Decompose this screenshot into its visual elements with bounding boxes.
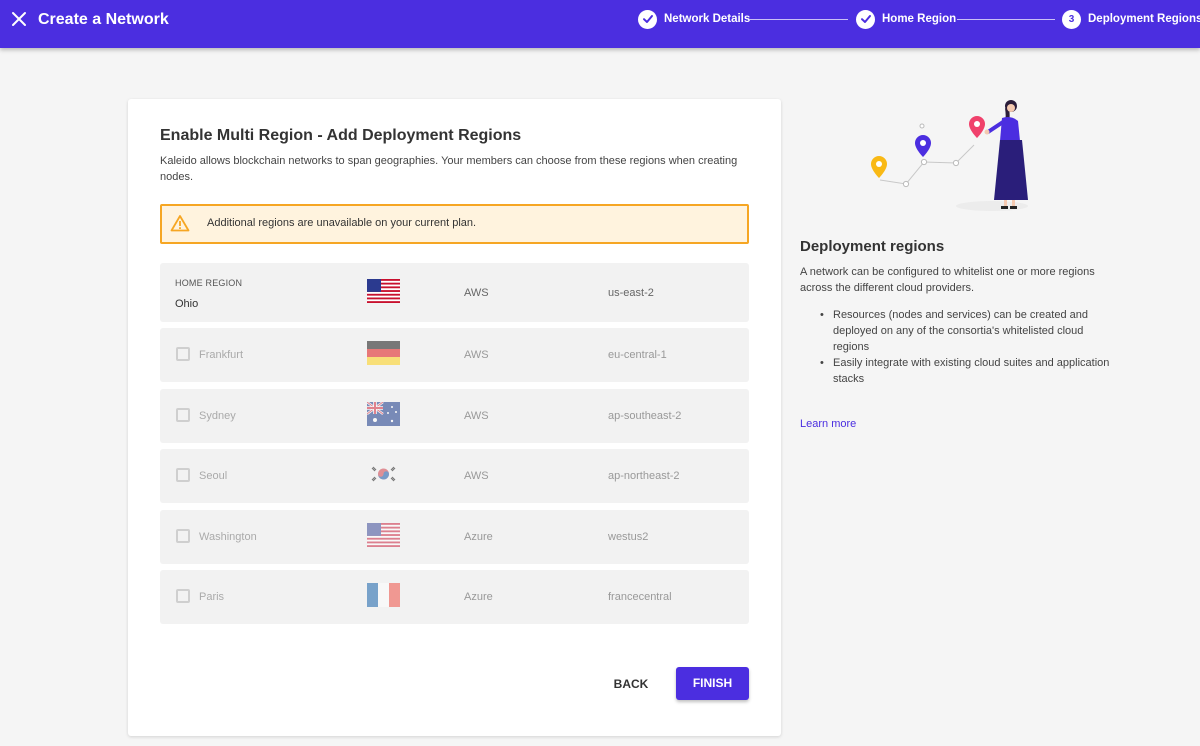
region-city: Sydney <box>199 410 236 422</box>
check-icon <box>638 9 657 29</box>
main-card: Enable Multi Region - Add Deployment Reg… <box>128 99 781 736</box>
region-row-frankfurt: Frankfurt AWS eu-central-1 <box>160 328 749 382</box>
region-code: eu-central-1 <box>608 349 667 361</box>
side-description: A network can be configured to whitelist… <box>800 266 1095 294</box>
region-code: us-east-2 <box>608 287 654 299</box>
region-city: Paris <box>199 591 225 603</box>
region-code: ap-northeast-2 <box>608 470 680 482</box>
plan-warning-alert: Additional regions are unavailable on yo… <box>160 204 749 244</box>
warning-icon <box>170 215 190 232</box>
step-connector <box>750 19 848 20</box>
deployment-illustration <box>871 100 1028 211</box>
region-city: Frankfurt <box>199 349 244 361</box>
provider-label: AWS <box>464 470 489 482</box>
close-icon[interactable] <box>10 10 28 28</box>
list-item: Resources (nodes and services) can be cr… <box>820 307 1110 355</box>
provider-label: AWS <box>464 349 489 361</box>
south-korea-flag-icon <box>367 462 400 486</box>
region-city: Seoul <box>199 470 228 482</box>
provider-label: AWS <box>464 287 489 299</box>
learn-more-link[interactable]: Learn more <box>800 418 856 430</box>
list-item: Easily integrate with existing cloud sui… <box>820 355 1110 387</box>
us-flag-icon <box>367 279 400 303</box>
alert-text: Additional regions are unavailable on yo… <box>207 217 477 229</box>
region-code: westus2 <box>608 531 649 543</box>
check-icon <box>856 9 875 29</box>
home-region-row: HOME REGION Ohio AWS us-east-2 <box>160 263 749 322</box>
provider-label: Azure <box>464 591 493 603</box>
region-checkbox[interactable] <box>176 589 190 603</box>
card-title: Enable Multi Region - Add Deployment Reg… <box>160 127 522 144</box>
step-label: Deployment Regions <box>1088 13 1200 25</box>
region-row-washington: Washington Azure westus2 <box>160 510 749 564</box>
side-title: Deployment regions <box>800 238 945 255</box>
region-checkbox[interactable] <box>176 468 190 482</box>
step-number: 3 <box>1062 9 1081 29</box>
home-region-city: Ohio <box>175 298 199 310</box>
step-label: Home Region <box>882 13 957 25</box>
side-bullet-list: Resources (nodes and services) can be cr… <box>820 307 1110 387</box>
region-checkbox[interactable] <box>176 529 190 543</box>
back-button[interactable]: BACK <box>601 668 661 700</box>
us-flag-icon <box>367 523 400 547</box>
australia-flag-icon <box>367 402 400 426</box>
germany-flag-icon <box>367 341 400 365</box>
region-code: francecentral <box>608 591 672 603</box>
region-row-seoul: Seoul AWS ap-northeast-2 <box>160 449 749 503</box>
page-title: Create a Network <box>38 11 169 28</box>
france-flag-icon <box>367 583 400 607</box>
card-description: Kaleido allows blockchain networks to sp… <box>160 155 738 183</box>
region-code: ap-southeast-2 <box>608 410 682 422</box>
provider-label: Azure <box>464 531 493 543</box>
region-row-paris: Paris Azure francecentral <box>160 570 749 624</box>
region-checkbox[interactable] <box>176 408 190 422</box>
step-network-details: Network Details <box>638 9 750 29</box>
region-city: Washington <box>199 531 257 543</box>
step-home-region: Home Region <box>856 9 956 29</box>
finish-button[interactable]: FINISH <box>676 667 749 700</box>
top-bar: Create a Network Network Details Home Re… <box>0 0 1200 48</box>
region-row-sydney: Sydney AWS ap-southeast-2 <box>160 389 749 443</box>
provider-label: AWS <box>464 410 489 422</box>
step-connector <box>957 19 1055 20</box>
home-region-label: HOME REGION <box>175 278 243 288</box>
step-label: Network Details <box>664 13 751 25</box>
region-checkbox[interactable] <box>176 347 190 361</box>
step-deployment-regions: 3 Deployment Regions <box>1062 9 1200 29</box>
